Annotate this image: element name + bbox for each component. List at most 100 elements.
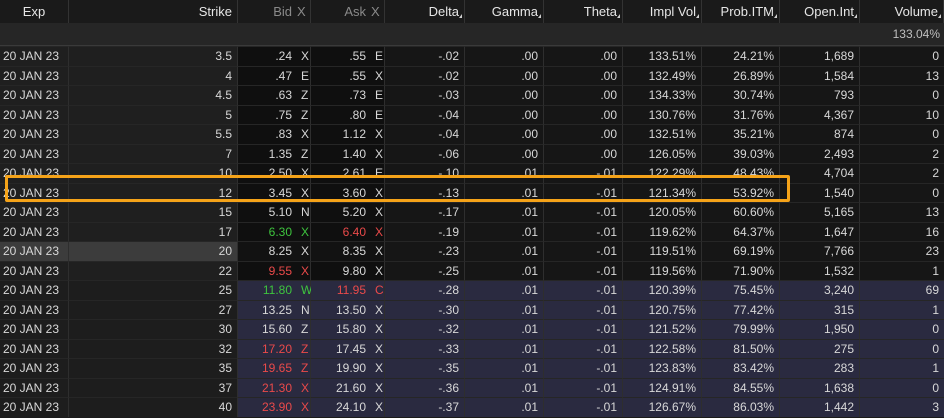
prob-itm-cell: 53.92%: [702, 182, 780, 202]
table-row[interactable]: 20 JAN 23 4.47 E .55 X -.02.00.00 132.49% 26.89…: [0, 65, 944, 85]
impl-vol-cell: 119.62%: [623, 221, 702, 241]
strike-cell: 15: [69, 202, 238, 222]
table-row[interactable]: 20 JAN 23 40 23.90 X 24.10 X -.37.01 -.01 126.67…: [0, 397, 944, 417]
header-ask-exchange[interactable]: X: [371, 0, 385, 23]
volume-cell: 1: [860, 260, 944, 280]
strike-cell: 10: [69, 163, 238, 183]
ask-cell: 1.40: [311, 143, 371, 163]
strike-cell: 4: [69, 65, 238, 85]
gamma-cell: .01: [465, 397, 544, 417]
table-row[interactable]: 20 JAN 23 3.5.24 X .55 E -.02.00.00 133.51% 24.…: [0, 46, 944, 66]
prob-itm-cell: 81.50%: [702, 338, 780, 358]
open-int-cell: 7,766: [780, 241, 860, 261]
table-row[interactable]: 20 JAN 23 27 13.25 N 13.50 X -.30.01 -.01 120.75…: [0, 299, 944, 319]
impl-vol-cell: 120.39%: [623, 280, 702, 300]
volume-cell: 2: [860, 143, 944, 163]
header-prob-itm[interactable]: Prob.ITM: [702, 0, 780, 23]
impl-vol-cell: 132.51%: [623, 124, 702, 144]
ask-cell: 11.95: [311, 280, 371, 300]
ask-cell: .80: [311, 104, 371, 124]
open-int-cell: 2,493: [780, 143, 860, 163]
table-row[interactable]: 20 JAN 23 10 2.50 X 2.61 E -.10.01 -.01 122.29% 4…: [0, 163, 944, 183]
impl-vol-cell: 120.05%: [623, 202, 702, 222]
ask-cell: .55: [311, 46, 371, 66]
table-row[interactable]: 20 JAN 23 12 3.45 X 3.60 X -.13.01 -.01 121.34% 5…: [0, 182, 944, 202]
table-row[interactable]: 20 JAN 23 5.75 Z .80 E -.04.00.00 130.76% 31.76…: [0, 104, 944, 124]
exp-cell: 20 JAN 23: [0, 202, 69, 222]
gamma-cell: .01: [465, 280, 544, 300]
table-row[interactable]: 20 JAN 23 17 6.30 X 6.40 X -.19.01 -.01 119.62% 6…: [0, 221, 944, 241]
prob-itm-cell: 77.42%: [702, 299, 780, 319]
exp-cell: 20 JAN 23: [0, 358, 69, 378]
exp-cell: 20 JAN 23: [0, 299, 69, 319]
bid-cell: 6.30: [238, 221, 297, 241]
header-theta[interactable]: Theta: [544, 0, 623, 23]
gamma-cell: .00: [465, 85, 544, 105]
volume-cell: 0: [860, 377, 944, 397]
strike-cell: 25: [69, 280, 238, 300]
gamma-cell: .00: [465, 143, 544, 163]
table-row[interactable]: 20 JAN 23 30 15.60 Z 15.80 X -.32.01 -.01 121.52…: [0, 319, 944, 339]
table-row[interactable]: 20 JAN 23 32 17.20 Z 17.45 X -.33.01 -.01 122.58…: [0, 338, 944, 358]
ask-exchange-cell: X: [371, 202, 385, 222]
table-row[interactable]: 20 JAN 23 7 1.35 Z 1.40 X -.06.00.00 126.05% 39.…: [0, 143, 944, 163]
prob-itm-cell: 35.21%: [702, 124, 780, 144]
bid-exchange-cell: X: [297, 241, 311, 261]
table-row[interactable]: 20 JAN 23 37 21.30 X 21.60 X -.36.01 -.01 124.91…: [0, 377, 944, 397]
bid-exchange-cell: Z: [297, 319, 311, 339]
header-ask[interactable]: Ask: [311, 0, 371, 23]
bid-exchange-cell: Z: [297, 143, 311, 163]
volume-cell: 1: [860, 358, 944, 378]
open-int-cell: 1,442: [780, 397, 860, 417]
ask-cell: 5.20: [311, 202, 371, 222]
header-volume[interactable]: Volume: [860, 0, 944, 23]
header-bid[interactable]: Bid: [238, 0, 297, 23]
table-row[interactable]: 20 JAN 23 20 8.25 X 8.35 X -.23.01 -.01 119.51% 6…: [0, 241, 944, 261]
delta-cell: -.13: [385, 182, 465, 202]
option-rows: 20 JAN 23 3.5.24 X .55 E -.02.00.00 133.51% 24.…: [0, 46, 944, 417]
exp-cell: 20 JAN 23: [0, 397, 69, 417]
theta-cell: .00: [544, 46, 623, 66]
header-delta[interactable]: Delta: [385, 0, 465, 23]
bid-exchange-cell: N: [297, 299, 311, 319]
table-row[interactable]: 20 JAN 23 35 19.65 Z 19.90 X -.35.01 -.01 123.83…: [0, 358, 944, 378]
bid-exchange-cell: Z: [297, 358, 311, 378]
ask-exchange-cell: X: [371, 377, 385, 397]
volume-cell: 16: [860, 221, 944, 241]
delta-cell: -.06: [385, 143, 465, 163]
bid-cell: 13.25: [238, 299, 297, 319]
volume-cell: 0: [860, 338, 944, 358]
table-row[interactable]: 20 JAN 23 15 5.10 N 5.20 X -.17.01 -.01 120.05% 6…: [0, 202, 944, 222]
table-row[interactable]: 20 JAN 23 22 9.55 X 9.80 X -.25.01 -.01 119.56% 7…: [0, 260, 944, 280]
ask-cell: 8.35: [311, 241, 371, 261]
theta-cell: -.01: [544, 338, 623, 358]
header-gamma[interactable]: Gamma: [465, 0, 544, 23]
table-row[interactable]: 20 JAN 23 25 11.80 W 11.95 C -.28.01 -.01 120.39…: [0, 280, 944, 300]
bid-cell: 15.60: [238, 319, 297, 339]
table-row[interactable]: 20 JAN 23 4.5.63 Z .73 E -.03.00.00 134.33% 30.…: [0, 85, 944, 105]
gamma-cell: .01: [465, 182, 544, 202]
header-bid-exchange[interactable]: X: [297, 0, 311, 23]
strike-cell: 12: [69, 182, 238, 202]
gamma-cell: .01: [465, 202, 544, 222]
ask-exchange-cell: X: [371, 260, 385, 280]
prob-itm-cell: 30.74%: [702, 85, 780, 105]
header-strike[interactable]: Strike: [69, 0, 238, 23]
impl-vol-cell: 130.76%: [623, 104, 702, 124]
delta-cell: -.33: [385, 338, 465, 358]
ask-cell: 2.61: [311, 163, 371, 183]
prob-itm-cell: 48.43%: [702, 163, 780, 183]
ask-exchange-cell: X: [371, 182, 385, 202]
impl-vol-cell: 120.75%: [623, 299, 702, 319]
strike-cell: 40: [69, 397, 238, 417]
table-row[interactable]: 20 JAN 23 5.5.83 X 1.12 X -.04.00.00 132.51% 35…: [0, 124, 944, 144]
exp-cell: 20 JAN 23: [0, 143, 69, 163]
header-exp[interactable]: Exp: [0, 0, 69, 23]
gamma-cell: .01: [465, 358, 544, 378]
bid-exchange-cell: Z: [297, 338, 311, 358]
theta-cell: -.01: [544, 397, 623, 417]
gamma-cell: .00: [465, 65, 544, 85]
volume-cell: 10: [860, 104, 944, 124]
header-impl-vol[interactable]: Impl Vol: [623, 0, 702, 23]
header-open-int[interactable]: Open.Int: [780, 0, 860, 23]
